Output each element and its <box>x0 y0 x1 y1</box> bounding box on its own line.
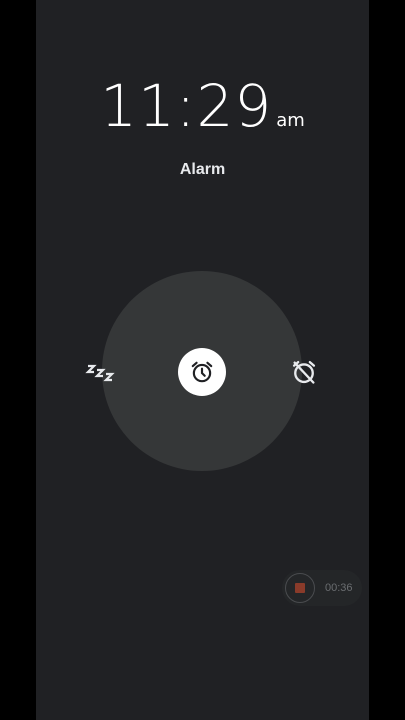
stop-icon <box>295 583 305 593</box>
alarm-off-icon[interactable] <box>290 358 318 386</box>
alarm-label: Alarm <box>179 161 226 178</box>
alarm-ampm: am <box>276 110 305 131</box>
snooze-zzz-icon[interactable] <box>84 356 118 388</box>
stop-recording-button[interactable] <box>285 573 315 603</box>
screen-recorder-pill: 00:36 <box>282 570 362 606</box>
alarm-clock-icon <box>191 361 213 383</box>
alarm-center-button[interactable] <box>178 348 226 396</box>
alarm-time-display: 11:29 am <box>36 72 369 140</box>
alarm-time: 11:29 <box>100 72 273 140</box>
alarm-screen: 11:29 am Alarm 00:36 <box>36 0 369 720</box>
recording-elapsed-time: 00:36 <box>325 582 353 594</box>
